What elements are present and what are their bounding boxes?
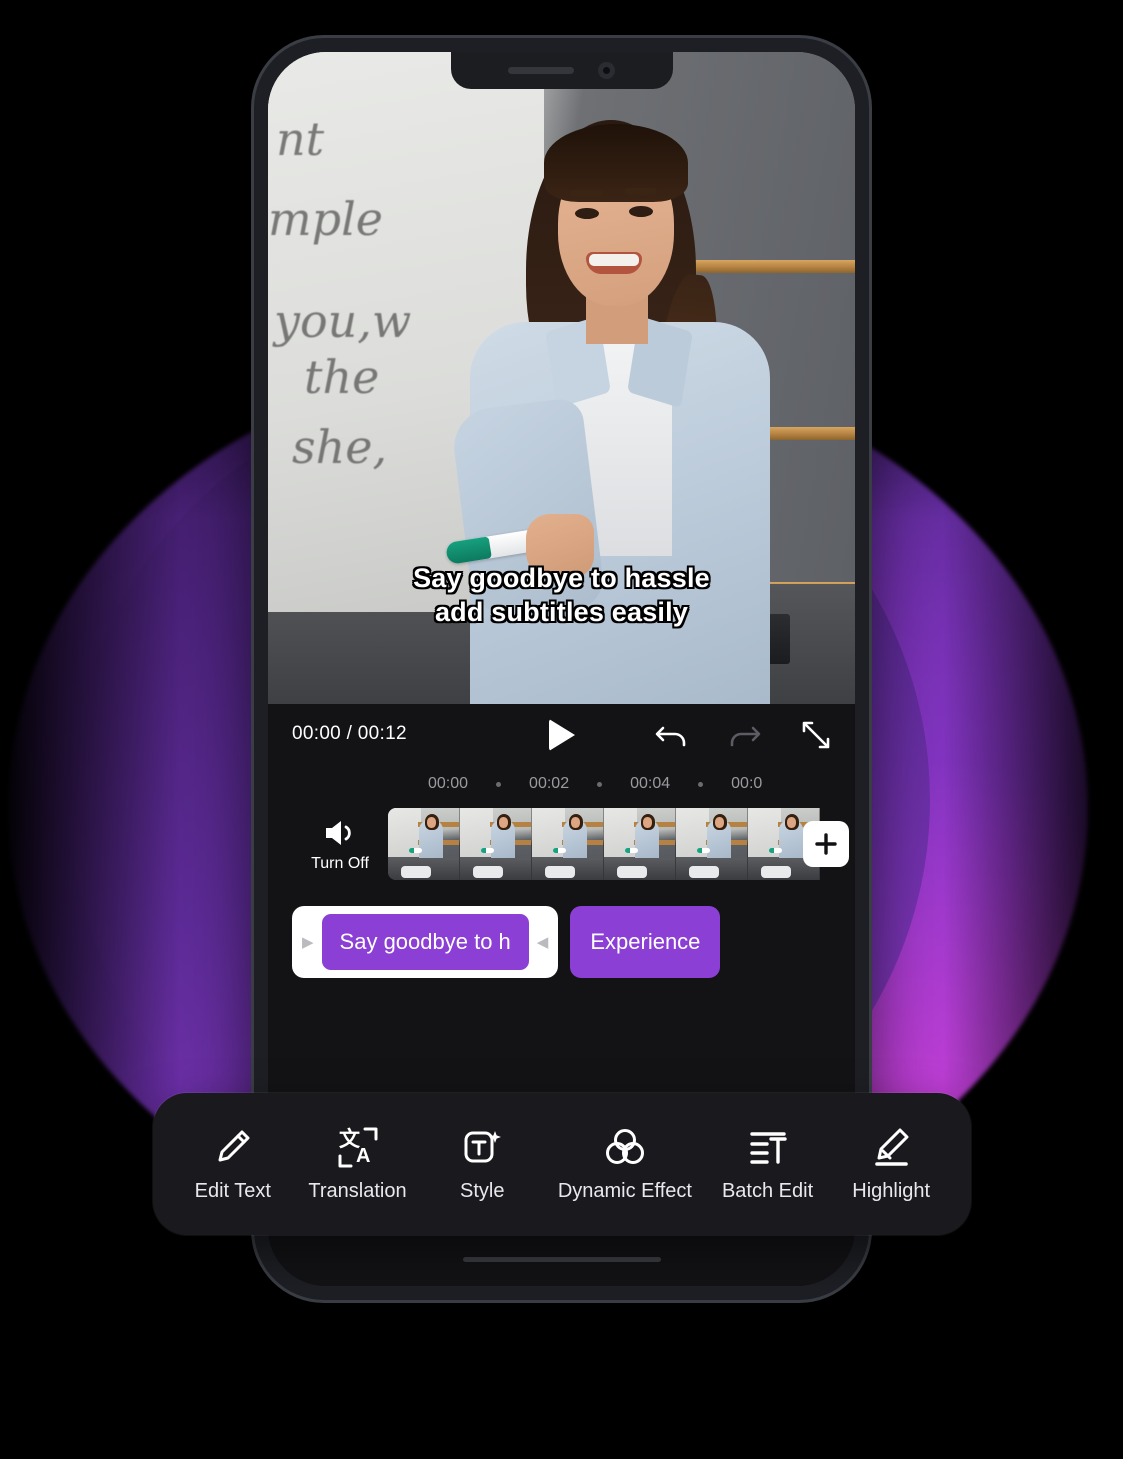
- vignette-right: [943, 0, 1123, 1459]
- toolbar-item-batch-edit[interactable]: Batch Edit: [720, 1126, 816, 1203]
- translate-icon: 文 A: [338, 1127, 377, 1167]
- subtitle-track-row: ▶ Say goodbye to h ◀ Experience: [268, 906, 855, 978]
- toolbar-label: Highlight: [852, 1179, 931, 1202]
- vignette-left: [0, 0, 180, 1459]
- ruler-tick: 00:04: [630, 775, 671, 792]
- whiteboard-text-2: mple: [268, 192, 383, 246]
- add-clip-button[interactable]: [803, 821, 849, 867]
- screenshot-stage: nt mple you,w the she, Say goodbye to ha…: [0, 0, 1123, 1459]
- video-filmstrip[interactable]: [388, 808, 855, 880]
- toolbar-item-edit-text[interactable]: Edit Text: [185, 1126, 281, 1203]
- undo-icon: [655, 726, 686, 747]
- fullscreen-button[interactable]: [795, 714, 837, 756]
- ruler-tick: 00:00: [428, 775, 469, 792]
- toolbar-label: Dynamic Effect: [557, 1179, 692, 1202]
- play-icon: [548, 719, 575, 751]
- subtitle-line-1: Say goodbye to hassle: [413, 562, 710, 593]
- plus-icon: [815, 833, 837, 855]
- ruler-tick: 00:0: [731, 775, 763, 792]
- toolbar-label: Style: [459, 1179, 505, 1202]
- svg-text:A: A: [356, 1145, 370, 1167]
- front-camera-icon: [598, 62, 615, 79]
- whiteboard-text-5: she,: [292, 420, 388, 474]
- filmstrip-frame[interactable]: [532, 808, 604, 880]
- video-subtitle-overlay: Say goodbye to hassle add subtitles easi…: [268, 561, 855, 630]
- text-style-sparkle-icon: [464, 1130, 502, 1162]
- earpiece-speaker-icon: [508, 67, 574, 74]
- venn-circles-icon: [605, 1128, 644, 1164]
- home-indicator: [462, 1257, 661, 1262]
- subtitle-clip-text[interactable]: Say goodbye to h: [321, 914, 529, 970]
- batch-text-lines-icon: [749, 1131, 787, 1164]
- trim-handle-right[interactable]: ◀: [537, 935, 549, 950]
- time-display: 00:00 / 00:12: [292, 723, 407, 744]
- ruler-dot: [698, 781, 704, 787]
- undo-button[interactable]: [651, 714, 693, 756]
- filmstrip-frame[interactable]: [460, 808, 532, 880]
- play-button[interactable]: [545, 718, 579, 752]
- toolbar-label: Batch Edit: [721, 1179, 814, 1202]
- ruler-tick: 00:02: [529, 775, 570, 792]
- redo-icon: [730, 726, 761, 747]
- timeline-ruler[interactable]: 00:00 00:02 00:04 00:0: [268, 764, 855, 804]
- playback-controls-row: 00:00 / 00:12: [268, 704, 855, 764]
- subtitle-clip-next[interactable]: Experience: [570, 906, 721, 978]
- selected-subtitle-clip[interactable]: ▶ Say goodbye to h ◀: [292, 906, 559, 978]
- fullscreen-expand-icon: [802, 721, 830, 749]
- redo-button[interactable]: [723, 714, 765, 756]
- trim-handle-left[interactable]: ▶: [302, 935, 314, 950]
- bottom-toolbar: Edit Text 文 A Translation Style Dynamic …: [153, 1093, 971, 1235]
- whiteboard-text-4: the: [304, 350, 380, 404]
- ruler-dot: [496, 781, 502, 787]
- editor-action-icons: [651, 714, 837, 756]
- filmstrip-frame[interactable]: [388, 808, 460, 880]
- whiteboard-text-3: you,w: [274, 294, 412, 348]
- subtitle-line-2: add subtitles easily: [434, 597, 689, 628]
- toolbar-item-highlight[interactable]: Highlight: [843, 1126, 939, 1203]
- audio-toggle-label: Turn Off: [311, 854, 369, 872]
- highlighter-marker-icon: [875, 1128, 909, 1166]
- phone-notch: [450, 52, 673, 89]
- toolbar-item-translation[interactable]: 文 A Translation: [308, 1126, 406, 1203]
- video-track-row: Turn Off: [268, 808, 855, 880]
- filmstrip-frame[interactable]: [604, 808, 676, 880]
- whiteboard-text-1: nt: [276, 112, 325, 166]
- toolbar-label: Edit Text: [194, 1179, 271, 1202]
- toolbar-item-dynamic-effect[interactable]: Dynamic Effect: [558, 1126, 692, 1203]
- speaker-on-icon: [326, 820, 351, 845]
- pencil-icon: [218, 1130, 250, 1161]
- ruler-dot: [597, 781, 603, 787]
- filmstrip-frame[interactable]: [676, 808, 748, 880]
- toolbar-item-style[interactable]: Style: [434, 1126, 530, 1203]
- video-preview[interactable]: nt mple you,w the she, Say goodbye to ha…: [268, 52, 855, 704]
- audio-toggle-button[interactable]: Turn Off: [292, 816, 388, 873]
- toolbar-label: Translation: [308, 1179, 407, 1202]
